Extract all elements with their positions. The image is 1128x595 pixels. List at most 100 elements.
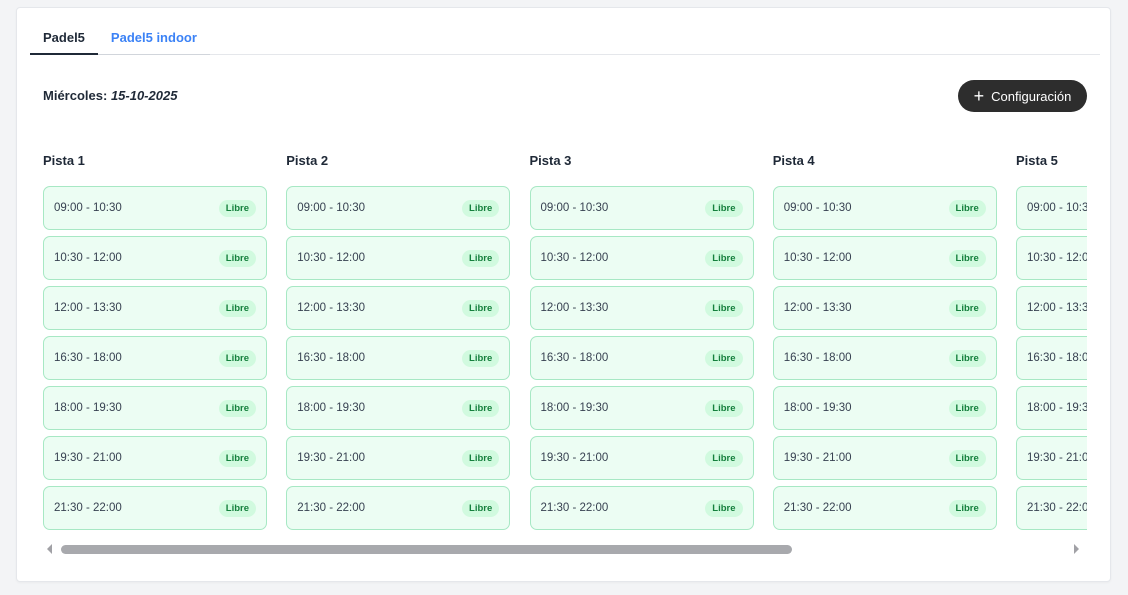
slot-status-badge: Libre — [948, 399, 986, 417]
time-slot[interactable]: 12:00 - 13:30Libre — [1016, 286, 1087, 330]
slot-status-badge: Libre — [462, 349, 500, 367]
time-slot[interactable]: 18:00 - 19:30Libre — [1016, 386, 1087, 430]
slot-status-badge: Libre — [948, 299, 986, 317]
time-slot[interactable]: 21:30 - 22:00Libre — [286, 486, 511, 530]
slot-time: 16:30 - 18:00 — [540, 352, 609, 364]
time-slot[interactable]: 16:30 - 18:00Libre — [43, 336, 267, 380]
slot-status-badge: Libre — [948, 249, 986, 267]
slot-status-badge: Libre — [218, 449, 256, 467]
slot-time: 19:30 - 21:00 — [783, 452, 852, 464]
slot-status-badge: Libre — [462, 249, 500, 267]
slot-time: 19:30 - 21:00 — [1027, 452, 1087, 464]
time-slot[interactable]: 10:30 - 12:00 Libre — [43, 236, 267, 280]
slot-time: 18:00 - 19:30 — [297, 402, 366, 414]
time-slot[interactable]: 18:00 - 19:30Libre — [43, 386, 267, 430]
time-slot[interactable]: 10:30 - 12:00 Libre — [772, 236, 997, 280]
slot-time: 09:00 - 10:30 — [297, 202, 366, 214]
time-slot[interactable]: 19:30 - 21:00Libre — [1016, 436, 1087, 480]
scroll-left-arrow-icon[interactable] — [47, 544, 52, 554]
time-slot[interactable]: 09:00 - 10:30Libre — [529, 186, 754, 230]
slot-status-badge: Libre — [705, 449, 743, 467]
slot-status-badge: Libre — [462, 299, 500, 317]
slot-time: 21:30 - 22:00 — [1027, 502, 1087, 514]
slot-time: 16:30 - 18:00 — [54, 352, 122, 364]
court-title: Pista 4 — [772, 153, 815, 168]
slot-list: 09:00 - 10:30Libre10:30 - 12:00Libre12:0… — [529, 186, 754, 530]
time-slot[interactable]: 19:30 - 21:00Libre — [529, 436, 754, 480]
time-slot[interactable]: 10:30 - 12:00Libre — [1016, 236, 1087, 280]
slot-time: 18:00 - 19:30 — [1027, 402, 1087, 414]
time-slot[interactable]: 19:30 - 21:00Libre — [43, 436, 267, 480]
slot-time: 21:30 - 22:00 — [54, 502, 122, 514]
time-slot[interactable]: 18:00 - 19:30 Libre — [286, 386, 511, 430]
tab-padel5-indoor[interactable]: Padel5 indoor — [97, 24, 210, 55]
plus-icon: + — [973, 86, 985, 106]
slot-status-badge: Libre — [218, 499, 256, 517]
slot-status-badge: Libre — [705, 399, 743, 417]
slot-time: 21:30 - 22:00 — [783, 502, 852, 514]
time-slot[interactable]: 12:00 - 13:30Libre — [43, 286, 267, 330]
slot-time: 18:00 - 19:30 — [783, 402, 852, 414]
slot-status-badge: Libre — [705, 249, 743, 267]
courts-scroll-area[interactable]: Pista 1 09:00 - 10:30 Libre 10:30 - 12:00 Li… — [43, 148, 1087, 533]
slot-time: 16:30 - 18:00 — [783, 352, 852, 364]
slot-time: 09:00 - 10:30 — [783, 202, 852, 214]
slot-time: 12:00 - 13:30 — [54, 302, 122, 314]
time-slot[interactable]: 21:30 - 22:00Libre — [529, 486, 754, 530]
slot-status-badge: Libre — [462, 199, 500, 217]
slot-list: 09:00 - 10:30Libre 10:30 - 12:00Libre 12:0… — [1016, 186, 1087, 530]
time-slot[interactable]: 21:30 - 22:00 Libre — [43, 486, 267, 530]
slot-status-badge: Libre — [705, 299, 743, 317]
slot-status-badge: Libre — [462, 399, 500, 417]
date-value: 15-10-2025 — [110, 88, 178, 103]
time-slot[interactable]: 12:00 - 13:30Libre — [772, 286, 997, 330]
time-slot[interactable]: 09:00 - 10:30Libre — [1016, 186, 1087, 230]
scroll-right-arrow-icon[interactable] — [1074, 544, 1079, 554]
horizontal-scrollbar[interactable] — [43, 541, 1087, 557]
slot-status-badge: Libre — [218, 199, 256, 217]
slot-time: 09:00 - 10:30 — [1027, 202, 1087, 214]
time-slot[interactable]: 09:00 - 10:30 Libre — [286, 186, 511, 230]
court-column: Pista 5 09:00 - 10:30Libre 10:30 - 12:00Li… — [1016, 148, 1087, 533]
slot-time: 10:30 - 12:00 — [540, 252, 609, 264]
slot-time: 21:30 - 22:00 — [297, 502, 366, 514]
tab-bar: Padel5 Padel5 indoor — [30, 24, 1100, 55]
slot-time: 16:30 - 18:00 — [1027, 352, 1087, 364]
scroll-thumb[interactable] — [61, 545, 792, 554]
time-slot[interactable]: 12:00 - 13:30Libre — [529, 286, 754, 330]
time-slot[interactable]: 16:30 - 18:00 Libre — [772, 336, 997, 380]
time-slot[interactable]: 10:30 - 12:00 Libre — [529, 236, 754, 280]
time-slot[interactable]: 16:30 - 18:00 Libre — [286, 336, 511, 380]
slot-time: 10:30 - 12:00 — [54, 252, 122, 264]
time-slot[interactable]: 18:00 - 19:30Libre — [529, 386, 754, 430]
time-slot[interactable]: 19:30 - 21:00 Libre — [286, 436, 511, 480]
slot-time: 10:30 - 12:00 — [783, 252, 852, 264]
time-slot[interactable]: 18:00 - 19:30 Libre — [772, 386, 997, 430]
slot-status-badge: Libre — [948, 349, 986, 367]
slot-time: 12:00 - 13:30 — [1027, 302, 1087, 314]
slot-status-badge: Libre — [462, 449, 500, 467]
slot-time: 10:30 - 12:00 — [1027, 252, 1087, 264]
slot-time: 16:30 - 18:00 — [297, 352, 366, 364]
slot-list: 09:00 - 10:30Libre10:30 - 12:00Libre12:0… — [286, 186, 511, 530]
time-slot[interactable]: 09:00 - 10:30Libre — [43, 186, 267, 230]
time-slot[interactable]: 09:00 - 10:30 Libre — [772, 186, 997, 230]
time-slot[interactable]: 12:00 - 13:30 Libre — [286, 286, 511, 330]
time-slot[interactable]: 10:30 - 12:00 Libre — [286, 236, 511, 280]
slot-list: 09:00 - 10:30Libre 10:30 - 12:00 Libre 12:0… — [43, 186, 267, 530]
slot-status-badge: Libre — [705, 199, 743, 217]
time-slot[interactable]: 21:30 - 22:00Libre — [1016, 486, 1087, 530]
time-slot[interactable]: 16:30 - 18:00Libre — [1016, 336, 1087, 380]
time-slot[interactable]: 21:30 - 22:00Libre — [772, 486, 997, 530]
slot-status-badge: Libre — [218, 249, 256, 267]
configuration-button[interactable]: + Configuración — [958, 80, 1087, 112]
slot-time: 12:00 - 13:30 — [297, 302, 366, 314]
slot-status-badge: Libre — [948, 199, 986, 217]
time-slot[interactable]: 19:30 - 21:00Libre — [772, 436, 997, 480]
slot-time: 10:30 - 12:00 — [297, 252, 366, 264]
slot-time: 19:30 - 21:00 — [297, 452, 366, 464]
tab-padel5[interactable]: Padel5 — [30, 24, 98, 55]
court-title: Pista 2 — [286, 153, 329, 168]
configuration-button-label: Configuración — [991, 88, 1072, 104]
time-slot[interactable]: 16:30 - 18:00Libre — [529, 336, 754, 380]
